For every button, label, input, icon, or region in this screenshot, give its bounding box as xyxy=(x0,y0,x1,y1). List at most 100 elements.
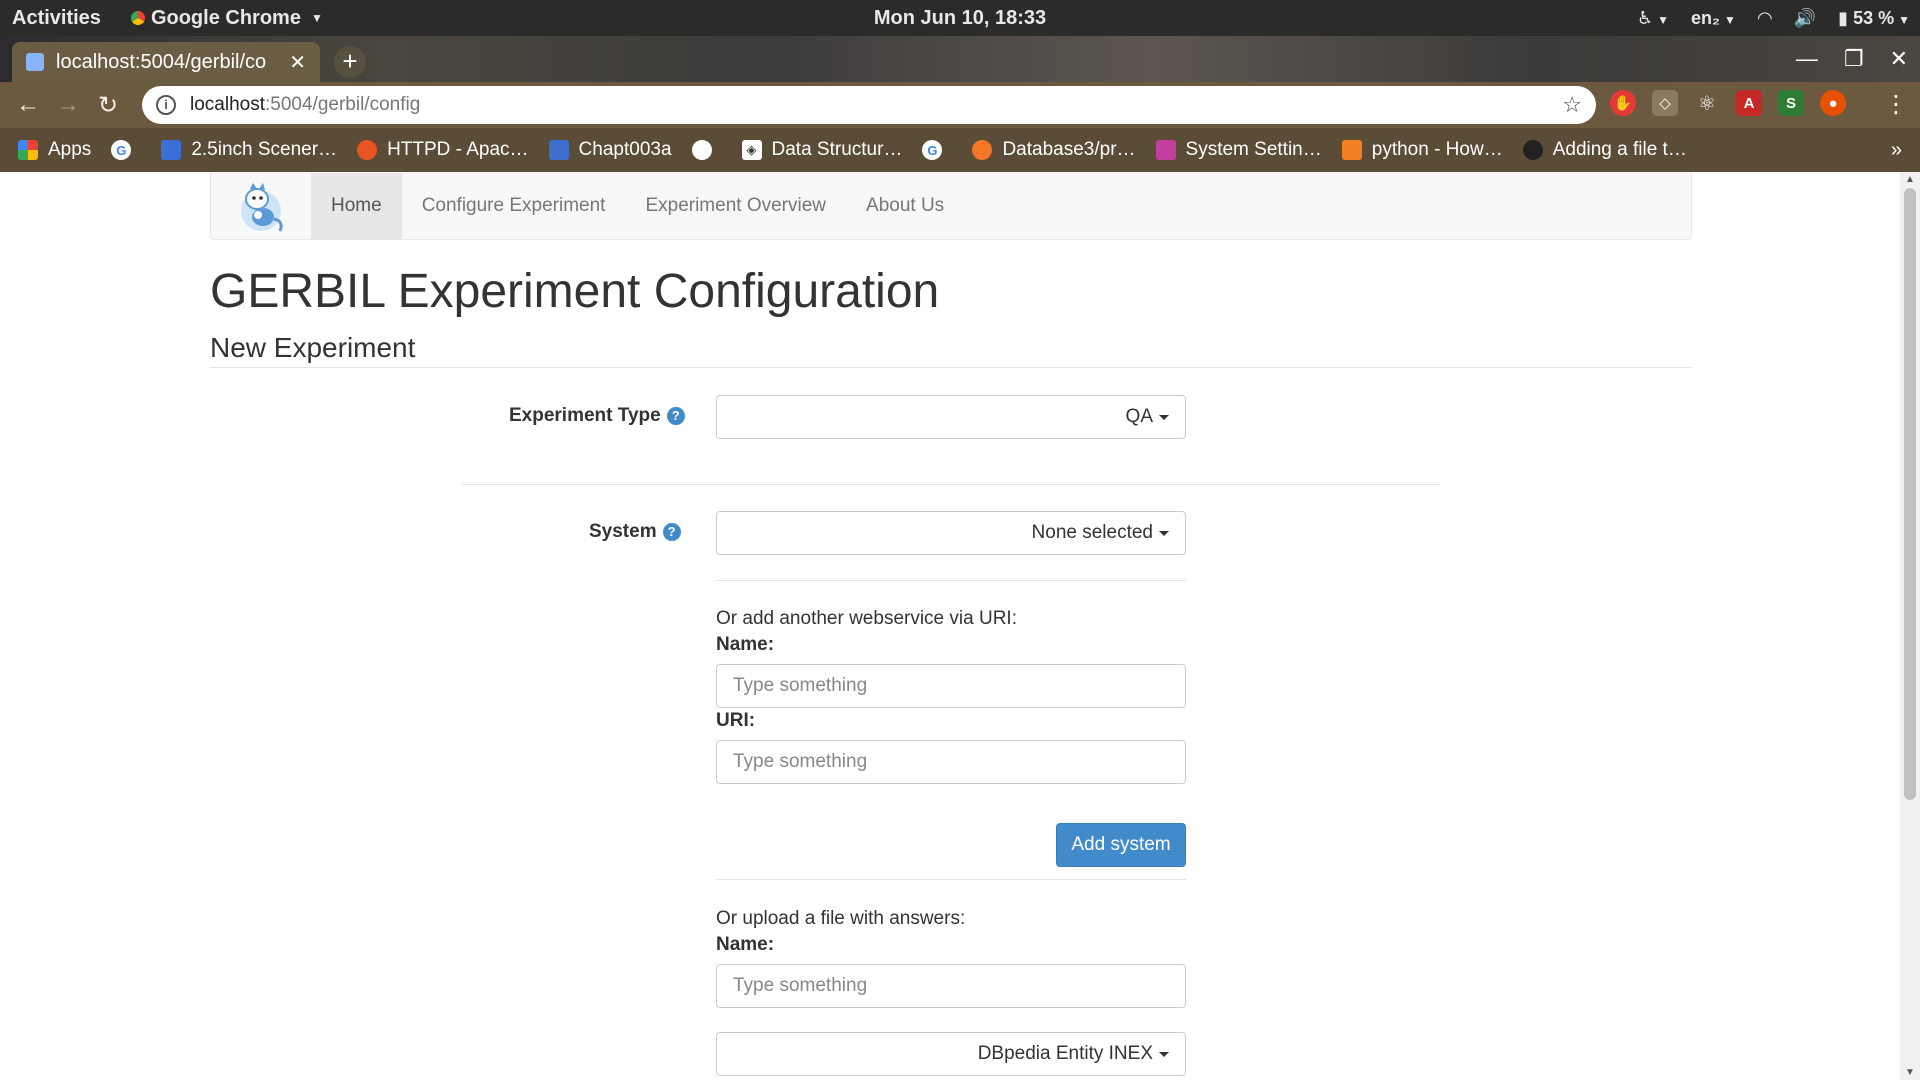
bookmark-google[interactable]: G xyxy=(922,140,952,160)
more-menu-icon[interactable]: ⋮ xyxy=(1884,90,1908,119)
bookmark-favicon-icon: ◈ xyxy=(741,140,762,160)
script-icon[interactable]: S xyxy=(1778,90,1804,116)
scroll-up-icon[interactable]: ▲ xyxy=(1905,174,1915,185)
bookmark-item[interactable]: Database3/pr… xyxy=(972,139,1136,161)
tab-favicon-icon xyxy=(26,53,44,71)
bookmarks-bar: Apps G 2.5inch Scener… HTTPD - Apac… Cha… xyxy=(0,128,1920,172)
experiment-type-select[interactable]: QA xyxy=(716,395,1186,439)
add-webservice-text: Or add another webservice via URI: xyxy=(716,608,1017,629)
more-bookmarks-icon[interactable]: » xyxy=(1891,139,1902,162)
close-window-icon[interactable]: ✕ xyxy=(1890,46,1908,72)
system-tray: ♿ ▼ en₂ ▼ ◠ 🔊 ▮ 53 % ▼ xyxy=(1637,0,1910,36)
info-icon[interactable]: i xyxy=(156,95,176,115)
bookmark-favicon-icon xyxy=(161,140,182,160)
experiment-type-label: Experiment Type ? xyxy=(509,405,685,427)
ubuntu-icon xyxy=(357,140,378,160)
site-navbar: Home Configure Experiment Experiment Ove… xyxy=(210,172,1692,240)
webservice-uri-input[interactable] xyxy=(716,740,1186,784)
bookmark-item[interactable]: System Settin… xyxy=(1155,139,1322,161)
volume-icon[interactable]: 🔊 xyxy=(1794,8,1816,29)
caret-down-icon xyxy=(1159,414,1169,420)
eclipse-icon xyxy=(972,140,993,160)
caret-down-icon xyxy=(1159,1051,1169,1057)
section-title: New Experiment xyxy=(210,332,416,363)
activities-button[interactable]: Activities xyxy=(12,7,101,30)
divider xyxy=(210,367,1692,368)
github-icon xyxy=(1522,140,1543,160)
page-scrollbar[interactable]: ▲ ▼ xyxy=(1900,172,1920,1080)
forward-icon[interactable]: → xyxy=(48,91,88,119)
new-tab-button[interactable]: + xyxy=(334,46,366,78)
url-host: localhost xyxy=(190,94,265,115)
wifi-icon[interactable]: ◠ xyxy=(1758,8,1772,29)
webservice-name-input[interactable] xyxy=(716,664,1186,708)
name-label: Name: xyxy=(716,634,775,655)
react-icon[interactable]: ⚛ xyxy=(1694,90,1720,116)
help-icon[interactable]: ? xyxy=(666,407,685,425)
google-icon: G xyxy=(111,140,132,160)
page-content: Home Configure Experiment Experiment Ove… xyxy=(0,172,1900,1080)
close-icon[interactable]: ✕ xyxy=(289,50,306,75)
back-icon[interactable]: ← xyxy=(8,91,48,119)
nav-home[interactable]: Home xyxy=(311,172,402,239)
bookmark-star-icon[interactable]: ☆ xyxy=(1562,92,1582,118)
accessibility-icon[interactable]: ♿ ▼ xyxy=(1637,8,1669,29)
window-controls: — ❐ ✕ xyxy=(1796,46,1908,72)
adblock-icon[interactable]: ✋ xyxy=(1610,90,1636,116)
caret-down-icon xyxy=(1159,530,1169,536)
uri-label: URI: xyxy=(716,710,756,731)
bookmark-google[interactable]: G xyxy=(111,140,141,160)
url-path: :5004/gerbil/config xyxy=(265,94,421,115)
nav-configure-experiment[interactable]: Configure Experiment xyxy=(402,173,626,239)
minimize-icon[interactable]: — xyxy=(1796,46,1818,72)
upload-text: Or upload a file with answers: xyxy=(716,908,966,929)
bookmark-favicon-icon xyxy=(1155,140,1176,160)
bookmark-item[interactable]: ◈ Data Structur… xyxy=(741,139,902,161)
upload-name-input[interactable] xyxy=(716,964,1186,1008)
browser-toolbar: ← → ↻ i localhost:5004/gerbil/config ☆ ✋… xyxy=(0,82,1920,128)
apps-grid-icon xyxy=(18,140,38,160)
os-top-bar: Activities Google Chrome ▼ Mon Jun 10, 1… xyxy=(0,0,1920,36)
bookmark-item[interactable]: 2.5inch Scener… xyxy=(161,139,337,161)
chevron-down-icon: ▼ xyxy=(310,11,323,25)
nav-experiment-overview[interactable]: Experiment Overview xyxy=(625,173,846,239)
shield-icon[interactable]: ◇ xyxy=(1652,90,1678,116)
tab-strip: localhost:5004/gerbil/co ✕ + — ❐ ✕ xyxy=(0,36,1920,82)
divider xyxy=(462,484,1440,485)
scrollbar-thumb[interactable] xyxy=(1904,188,1916,800)
divider xyxy=(716,879,1186,880)
scroll-down-icon[interactable]: ▼ xyxy=(1905,1067,1915,1078)
page-title: GERBIL Experiment Configuration xyxy=(210,265,940,318)
bookmark-item[interactable]: Chapt003a xyxy=(548,139,672,161)
extensions-bar: ✋ ◇ ⚛ A S ● xyxy=(1610,90,1846,116)
language-indicator[interactable]: en₂ ▼ xyxy=(1691,8,1736,29)
dataset-select[interactable]: DBpedia Entity INEX xyxy=(716,1032,1186,1076)
chrome-icon xyxy=(130,11,145,25)
divider xyxy=(716,580,1186,581)
nav-about-us[interactable]: About Us xyxy=(846,173,964,239)
google-icon: G xyxy=(922,140,943,160)
reload-icon[interactable]: ↻ xyxy=(88,91,128,120)
system-select[interactable]: None selected xyxy=(716,511,1186,555)
bookmark-item[interactable]: python - How… xyxy=(1341,139,1503,161)
bookmark-item[interactable]: Adding a file t… xyxy=(1522,139,1687,161)
app-menu[interactable]: Google Chrome ▼ xyxy=(130,6,323,30)
bookmark-favicon-icon xyxy=(548,140,569,160)
app-name-label: Google Chrome xyxy=(150,6,301,29)
browser-tab[interactable]: localhost:5004/gerbil/co ✕ xyxy=(12,42,320,82)
maximize-icon[interactable]: ❐ xyxy=(1844,46,1864,72)
system-label: System ? xyxy=(589,521,681,543)
gerbil-logo[interactable] xyxy=(211,173,311,239)
battery-indicator[interactable]: ▮ 53 % ▼ xyxy=(1838,8,1910,29)
pdf-icon[interactable]: A xyxy=(1736,90,1762,116)
bookmark-apps[interactable]: Apps xyxy=(18,139,91,161)
add-system-button[interactable]: Add system xyxy=(1056,823,1186,867)
profile-avatar[interactable]: ● xyxy=(1820,90,1846,116)
help-icon[interactable]: ? xyxy=(662,523,681,541)
globe-icon xyxy=(691,140,712,160)
bookmark-item[interactable]: HTTPD - Apac… xyxy=(357,139,529,161)
bookmark-globe[interactable] xyxy=(691,140,722,160)
stackoverflow-icon xyxy=(1341,140,1362,160)
address-bar[interactable]: i localhost:5004/gerbil/config ☆ xyxy=(142,86,1596,124)
upload-name-label: Name: xyxy=(716,934,775,955)
